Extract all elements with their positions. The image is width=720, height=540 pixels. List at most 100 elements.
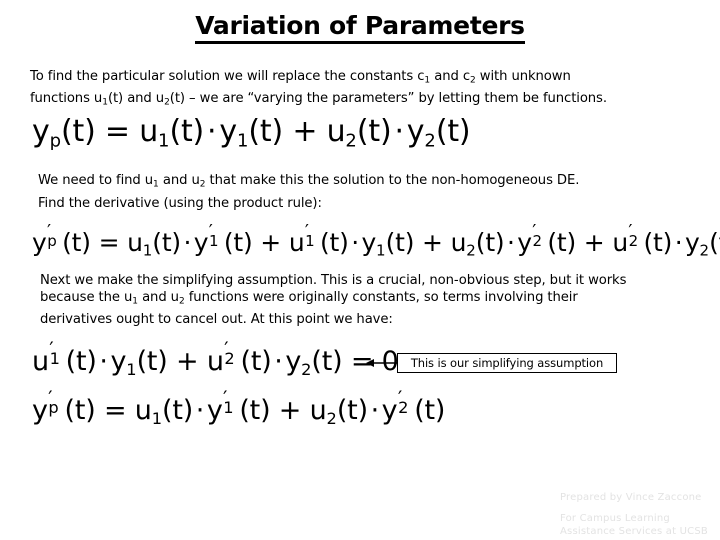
page-title: Variation of Parameters — [0, 12, 720, 44]
eq2-u1: u — [127, 228, 143, 257]
eq3-u2p-prime-sub: ′ 2 — [224, 337, 235, 369]
eq1-u2-arg: (t) — [356, 114, 392, 149]
equation-particular-solution: yp(t) = u1(t) · y1(t) + u2(t) · y2(t) — [32, 114, 471, 152]
eq1-y1-arg: (t) — [248, 114, 283, 149]
intro2-text-a: functions u — [30, 90, 103, 106]
eq3-y2-arg: (t) — [311, 346, 343, 377]
next2-text-b: and u — [137, 290, 179, 305]
eq2-dot2: · — [351, 228, 359, 257]
paragraph-need-to-find: We need to find u1 and u2 that make this… — [38, 172, 698, 194]
eq1-y2: y — [406, 114, 425, 149]
eq2-u2: u — [450, 228, 467, 257]
eq2-u2p-prime-sub: ′ 2 — [628, 221, 638, 250]
eq4-u1: u — [134, 395, 152, 426]
paragraph-find-derivative: Find the derivative (using the product r… — [38, 196, 322, 211]
equation-derivative-simplified: y ′ p (t) = u1(t)·y ′ 1 (t) + u2(t)·y ′ 2 (t) — [32, 386, 446, 428]
eq2-y2-sub: 2 — [699, 241, 710, 260]
intro2-text-b: (t) and u — [107, 90, 165, 106]
eq2-u2p: u — [612, 228, 628, 257]
eq2-y: y — [32, 228, 47, 257]
intro-text-a: To find the particular solution we will … — [30, 69, 425, 84]
eq2-dot4: · — [674, 228, 683, 257]
eq1-dot1: · — [207, 114, 217, 149]
callout-text: This is our simplifying assumption — [410, 356, 604, 370]
intro2-text-c: (t) – we are “varying the parameters” by… — [169, 90, 607, 106]
eq1-y2-arg: (t) — [435, 114, 471, 149]
eq1-dot2: · — [394, 114, 404, 149]
eq2-y2: y — [684, 228, 700, 257]
eq4-eq: (t) = — [64, 395, 135, 426]
eq4-plus: + — [270, 395, 310, 426]
eq2-plus1: + — [252, 228, 289, 257]
eq2-y1: y — [361, 228, 377, 257]
eq2-y1-arg: (t) — [385, 228, 415, 257]
footer-credit-line-2: For Campus Learning — [560, 513, 670, 524]
eq2-u1p: u — [288, 228, 305, 257]
eq4-y2p-arg: (t) — [414, 395, 446, 426]
eq4-dot1: · — [195, 395, 205, 426]
eq1-y1-sub: 1 — [236, 130, 249, 152]
eq4-y: y — [32, 395, 48, 426]
next2-text-c: functions were originally constants, so … — [184, 290, 578, 305]
eq2-dot1: · — [183, 228, 192, 257]
eq1-u1-sub: 1 — [158, 130, 170, 152]
footer-credit-line-1: Prepared by Vince Zaccone — [560, 492, 702, 503]
eq1-u1-arg: (t) — [169, 114, 205, 149]
eq3-u2p: u — [206, 346, 224, 377]
eq2-y1p-prime-sub: ′ 1 — [208, 221, 219, 250]
eq2-y1p: y — [193, 228, 209, 257]
eq2-y2p-prime-sub: ′ 2 — [532, 221, 542, 250]
eq3-u1p: u — [32, 346, 49, 377]
eq2-y2p: y — [517, 228, 532, 257]
equation-simplifying-assumption: u ′ 1 (t)·y1(t) + u ′ 2 (t)·y2(t) = 0 — [32, 337, 399, 379]
eq3-y2-sub: 2 — [301, 359, 312, 379]
eq2-dot3: · — [506, 228, 515, 257]
eq4-y1p-prime-sub: ′ 1 — [222, 386, 234, 418]
paragraph-intro: To find the particular solution we will … — [30, 68, 690, 111]
eq4-y-prime-sub: ′ p — [48, 386, 59, 418]
eq4-u2-sub: 2 — [326, 408, 337, 428]
eq2-eq: (t) = — [62, 228, 128, 257]
eq2-y-prime-sub: ′ p — [46, 221, 57, 250]
need-text-c: that make this the solution to the non-h… — [205, 173, 580, 188]
eq4-u2: u — [309, 395, 327, 426]
eq2-plus3: + — [576, 228, 613, 257]
intro-text-c: with unknown — [475, 69, 571, 84]
need-text-b: and u — [158, 173, 200, 188]
eq3-y1: y — [110, 346, 127, 377]
eq1-eq: (t) = — [61, 114, 140, 149]
eq4-y2p: y — [381, 395, 398, 426]
eq4-u2-arg: (t) — [336, 395, 368, 426]
eq2-u2-arg: (t) — [475, 228, 505, 257]
paragraph-simplifying-assumption: Next we make the simplifying assumption.… — [40, 272, 700, 328]
eq2-u2p-arg: (t) — [643, 228, 673, 257]
eq3-u2p-arg: (t) — [240, 346, 272, 377]
eq2-u1p-prime-sub: ′ 1 — [304, 221, 315, 250]
eq2-y2-arg: (t) — [709, 228, 720, 257]
intro-text-b: and c — [430, 69, 470, 84]
eq1-y: y — [32, 114, 50, 149]
next-line3: derivatives ought to cancel out. At this… — [40, 311, 393, 327]
footer-credit-line-3: Assistance Services at UCSB — [560, 526, 708, 537]
eq3-dot1: · — [99, 346, 108, 377]
eq1-y2-sub: 2 — [424, 130, 436, 152]
eq4-u1-arg: (t) — [162, 395, 194, 426]
next2-text-a: because the u — [40, 290, 133, 305]
eq2-u1-sub: 1 — [142, 241, 153, 260]
eq2-y1p-arg: (t) — [223, 228, 253, 257]
eq3-y1-arg: (t) — [136, 346, 168, 377]
eq4-y2p-prime-sub: ′ 2 — [397, 386, 409, 418]
eq3-plus: + — [167, 346, 207, 377]
need-text-a: We need to find u — [38, 173, 154, 188]
eq2-y2p-arg: (t) — [547, 228, 577, 257]
eq1-y1: y — [219, 114, 237, 149]
eq3-y2: y — [285, 346, 302, 377]
eq2-u1-arg: (t) — [152, 228, 181, 257]
eq4-u1-sub: 1 — [151, 408, 162, 428]
eq1-u2: u — [326, 114, 346, 149]
eq2-y1-sub: 1 — [376, 241, 386, 260]
eq3-u1p-arg: (t) — [65, 346, 97, 377]
callout-arrow-icon — [366, 359, 399, 367]
callout-simplifying-assumption: This is our simplifying assumption — [397, 353, 617, 373]
equation-derivative-full: y ′ p (t) = u1(t) · y ′ 1 (t) + u ′ 1 (t) · y1(t) + u… — [32, 221, 720, 260]
